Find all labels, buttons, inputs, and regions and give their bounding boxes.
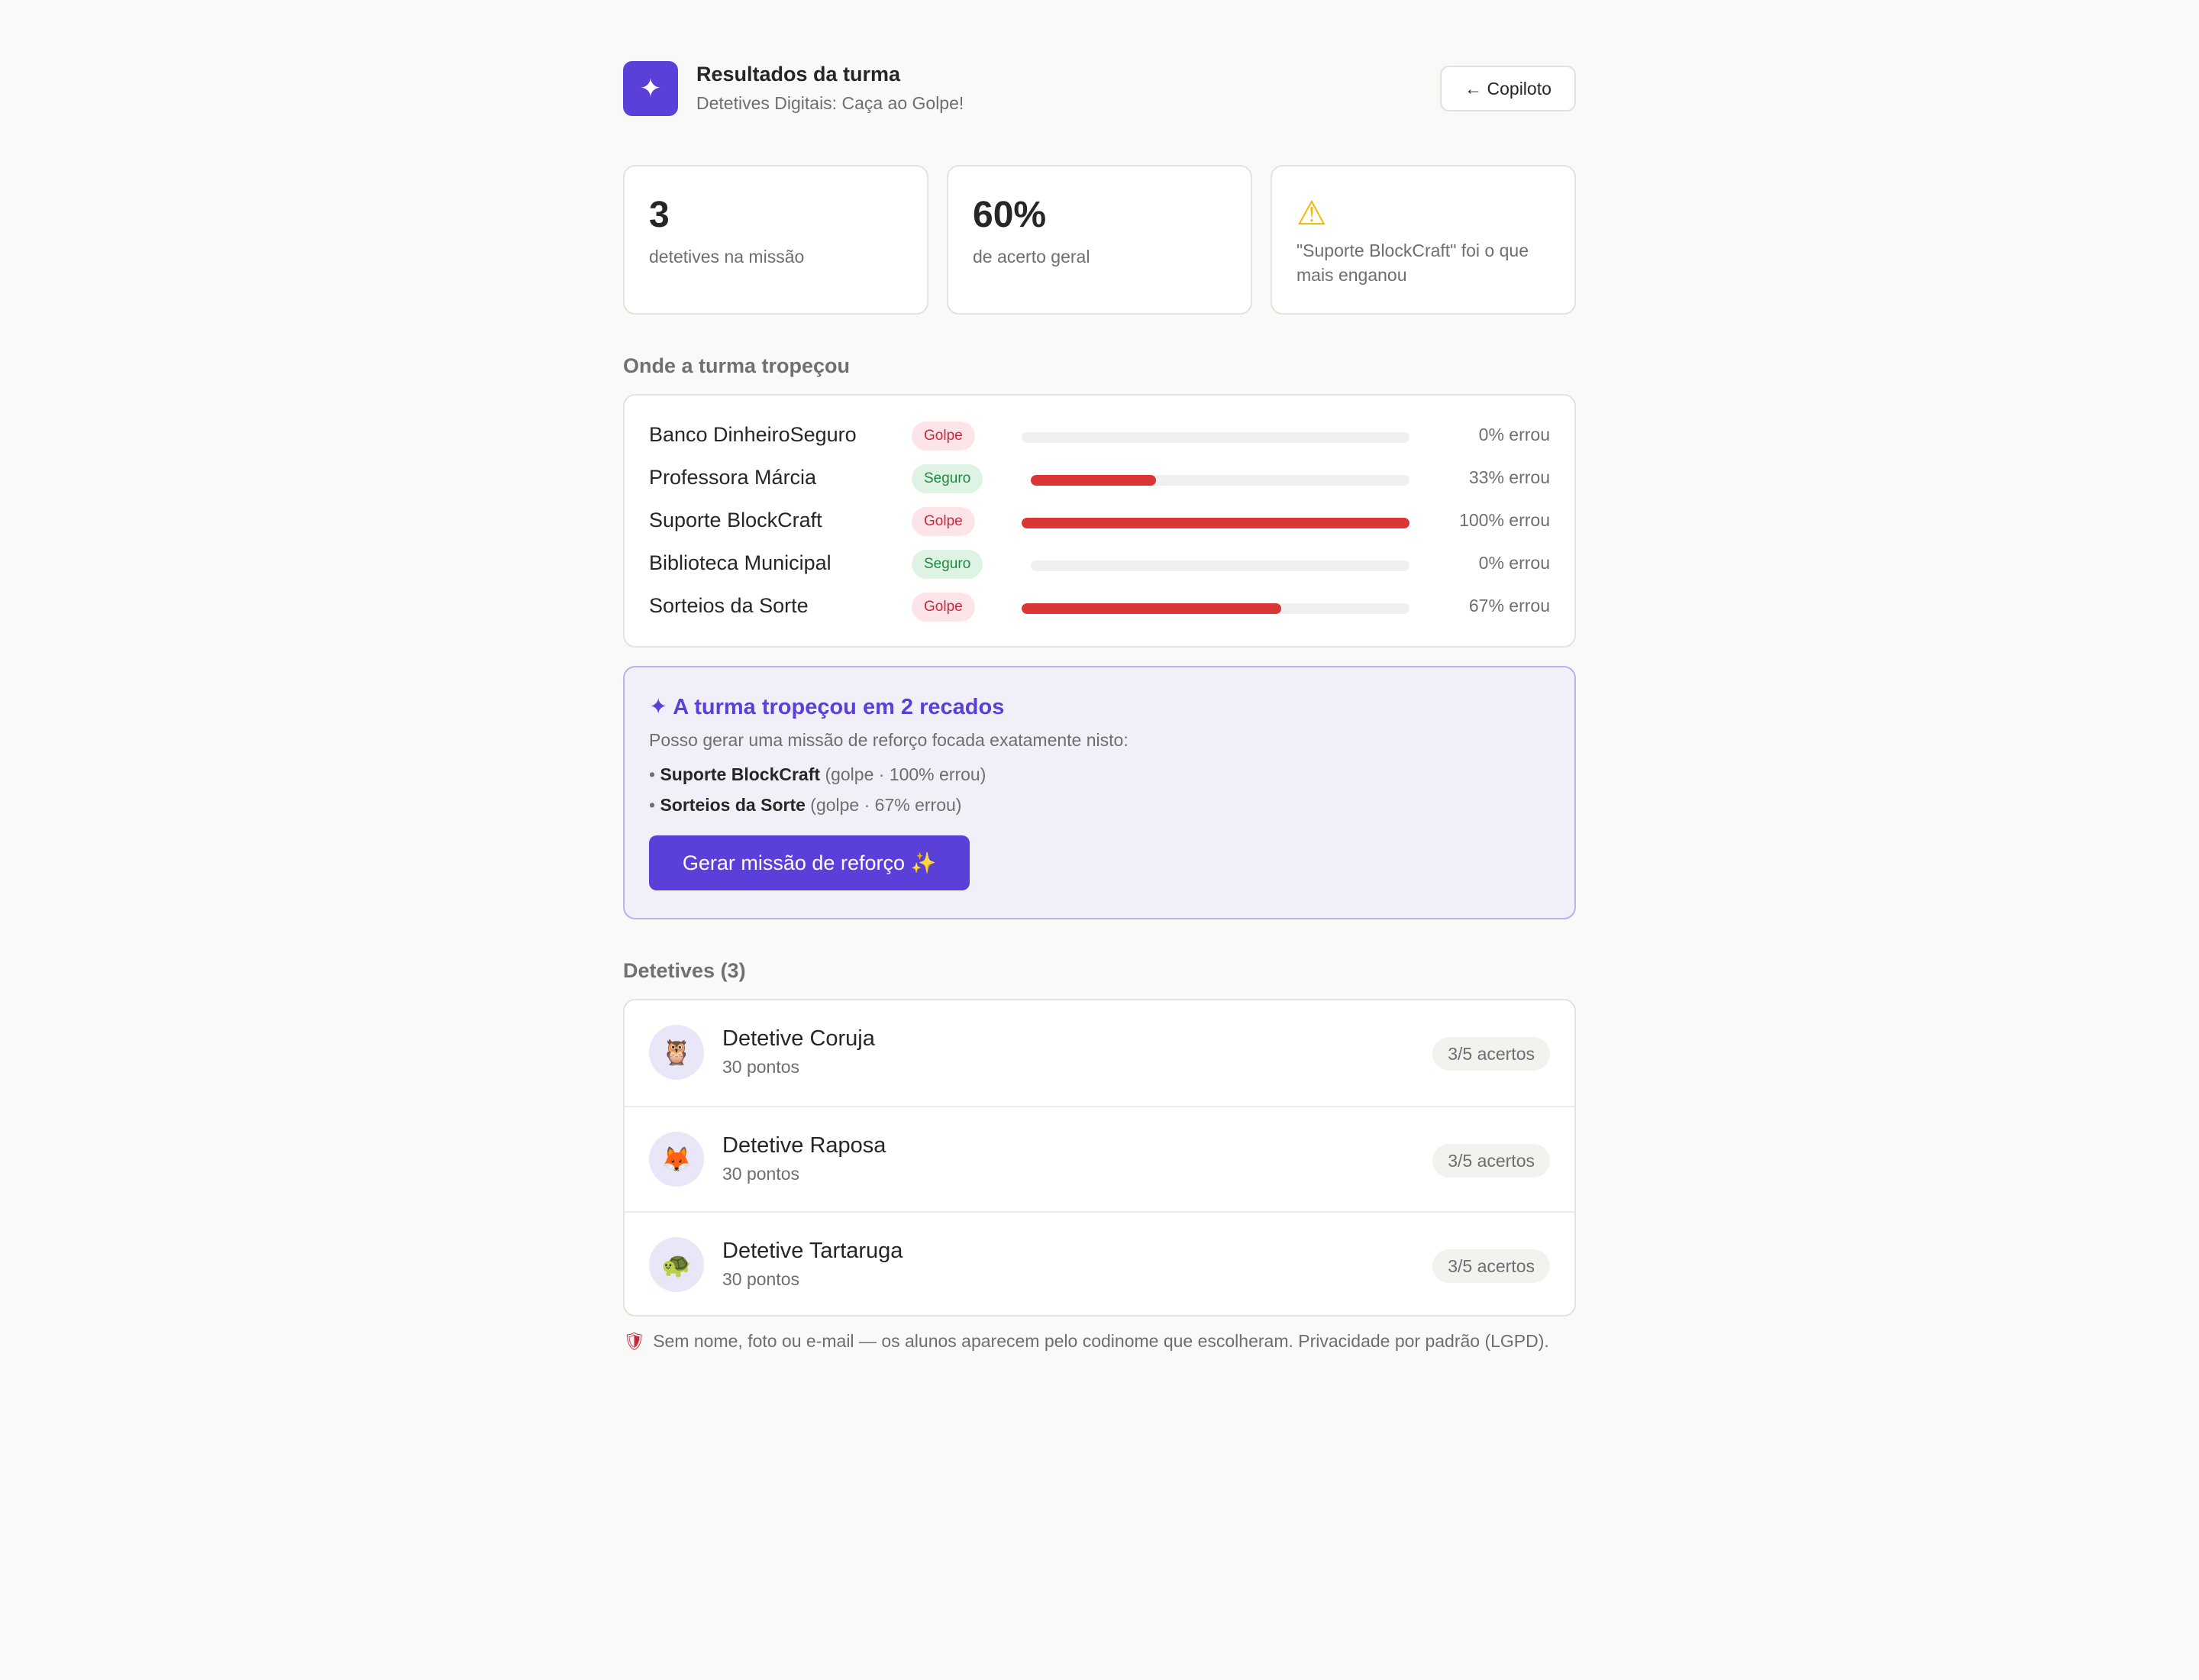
message-name: Biblioteca Municipal [649,551,831,574]
error-bar-fill [1031,475,1156,486]
seguro-tag: Seguro [912,464,983,493]
message-name: Professora Márcia [649,466,817,489]
stumble-row: Professora Márcia Seguro 33% errou [649,463,1550,496]
stumble-row: Banco DinheiroSeguro Golpe 0% errou [649,420,1550,454]
golpe-tag: Golpe [912,422,975,451]
owl-avatar-icon: 🦉 [649,1025,704,1080]
item-detail: (golpe · 67% errou) [810,795,962,815]
error-bar-track [1022,432,1409,443]
detective-name: Detetive Raposa [722,1133,886,1158]
stumble-section-title: Onde a turma tropeçou [623,354,851,377]
detectives-list: 🦉 Detetive Coruja 30 pontos 3/5 acertos … [623,999,1576,1317]
error-percent: 67% errou [1468,596,1550,615]
message-name: Sorteios da Sorte [649,594,809,617]
detective-points: 30 pontos [722,1057,800,1077]
stats-row: 3 detetives na missão 60% de acerto gera… [623,165,1576,315]
stumble-row: Suporte BlockCraft Golpe 100% errou [649,506,1550,539]
privacy-text: Sem nome, foto ou e-mail — os alunos apa… [653,1331,1549,1351]
error-percent: 0% errou [1478,425,1550,444]
sparkle-logo-icon: ✦ [623,61,678,116]
privacy-note: 🛡 Sem nome, foto ou e-mail — os alunos ap… [623,1329,1576,1353]
stumble-row: Sorteios da Sorte Golpe 67% errou [649,591,1550,625]
error-percent: 0% errou [1478,553,1550,573]
generate-reinforcement-button[interactable]: Gerar missão de reforço ✨ [649,835,970,890]
shield-icon: 🛡 [623,1331,646,1351]
error-bar-track [1031,561,1409,571]
golpe-tag: Golpe [912,593,975,622]
page-subtitle: Detetives Digitais: Caça ao Golpe! [696,93,964,113]
stat-card-most-deceiving: ⚠ "Suporte BlockCraft" foi o que mais en… [1271,165,1576,315]
stat-value: 60% [973,195,1047,235]
stat-label: detetives na missão [649,247,805,267]
reinforcement-card: ✦ A turma tropeçou em 2 recados Posso ge… [623,666,1576,919]
page-header: ✦ Resultados da turma Detetives Digitais… [623,61,1576,116]
stumble-row: Biblioteca Municipal Seguro 0% errou [649,548,1550,582]
page-title: Resultados da turma [696,63,901,86]
message-name: Banco DinheiroSeguro [649,423,857,446]
error-percent: 33% errou [1468,467,1550,487]
detective-name: Detetive Tartaruga [722,1239,903,1263]
detective-row[interactable]: 🦊 Detetive Raposa 30 pontos 3/5 acertos [625,1106,1574,1211]
error-bar-track [1022,518,1409,528]
reinforcement-title: ✦ A turma tropeçou em 2 recados [649,695,1005,719]
reinforcement-description: Posso gerar uma missão de reforço focada… [649,730,1129,750]
item-name: Suporte BlockCraft [660,764,821,784]
warning-icon: ⚠ [1296,195,1327,232]
score-badge: 3/5 acertos [1432,1249,1550,1283]
error-bar-track [1022,603,1409,614]
back-to-copilot-button[interactable]: ← Copiloto [1440,66,1576,111]
fox-avatar-icon: 🦊 [649,1132,704,1187]
reinforcement-item: • Suporte BlockCraft (golpe · 100% errou… [649,764,986,784]
reinforcement-item: • Sorteios da Sorte (golpe · 67% errou) [649,795,962,815]
detective-points: 30 pontos [722,1269,800,1289]
detective-points: 30 pontos [722,1164,800,1184]
detectives-section-title: Detetives (3) [623,959,746,982]
error-bar-fill [1022,603,1282,614]
stat-label: de acerto geral [973,247,1090,267]
score-badge: 3/5 acertos [1432,1037,1550,1071]
detective-row[interactable]: 🐢 Detetive Tartaruga 30 pontos 3/5 acert… [625,1211,1574,1315]
stat-card-accuracy: 60% de acerto geral [947,165,1252,315]
turtle-avatar-icon: 🐢 [649,1237,704,1292]
seguro-tag: Seguro [912,550,983,579]
stat-card-detectives: 3 detetives na missão [623,165,928,315]
detective-name: Detetive Coruja [722,1026,875,1051]
item-name: Sorteios da Sorte [660,795,806,815]
detective-row[interactable]: 🦉 Detetive Coruja 30 pontos 3/5 acertos [625,1000,1574,1106]
results-page: ✦ Resultados da turma Detetives Digitais… [623,61,1576,1351]
golpe-tag: Golpe [912,507,975,536]
stat-value: 3 [649,195,670,235]
item-detail: (golpe · 100% errou) [825,764,986,784]
message-name: Suporte BlockCraft [649,509,822,531]
stumble-card: Banco DinheiroSeguro Golpe 0% errou Prof… [623,394,1576,648]
stat-label: "Suporte BlockCraft" foi o que mais enga… [1296,241,1529,285]
error-bar-fill [1022,518,1409,528]
error-bar-track [1031,475,1409,486]
score-badge: 3/5 acertos [1432,1144,1550,1178]
error-percent: 100% errou [1459,510,1550,530]
